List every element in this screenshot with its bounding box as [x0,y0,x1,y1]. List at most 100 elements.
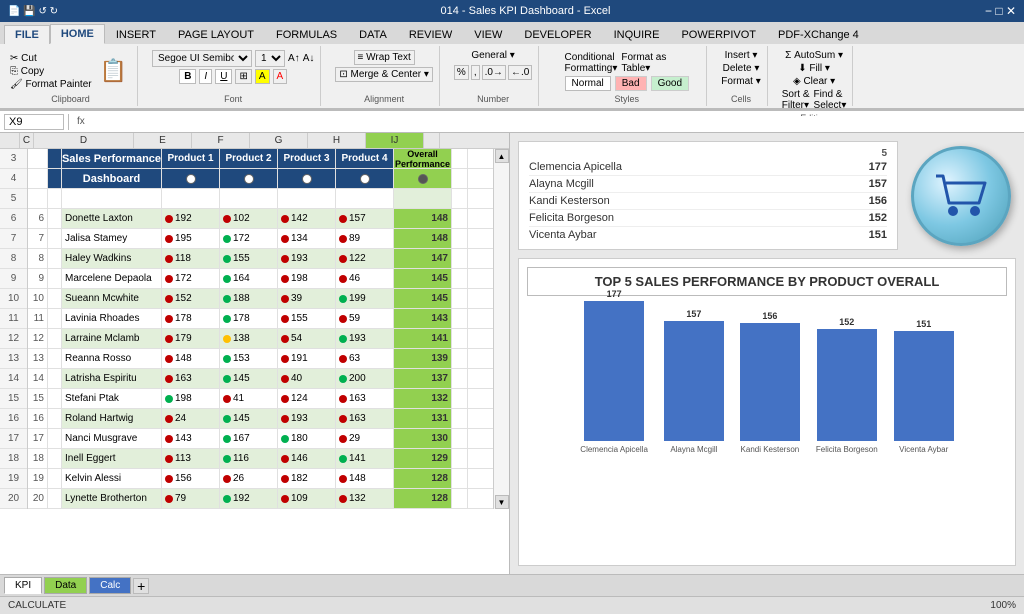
normal-style[interactable]: Normal [565,76,611,91]
alignment-controls: ≡ Wrap Text ⊡ Merge & Center ▾ [335,48,433,94]
alignment-group: ≡ Wrap Text ⊡ Merge & Center ▾ Alignment [329,46,440,106]
chart-area: 177Clemencia Apicella157Alayna Mcgill156… [527,304,1007,454]
sheet-tab-kpi[interactable]: KPI [4,577,42,594]
number-label: Number [477,94,509,104]
insert-button[interactable]: Insert ▾ [725,50,758,61]
cell-name-14: Latrisha Espiritu [62,369,162,388]
border-button[interactable]: ⊞ [235,69,251,84]
decrease-decimal-button[interactable]: ←.0 [508,65,532,80]
underline-button[interactable]: U [215,69,232,84]
rownum-10: 10 [0,289,27,309]
increase-decimal-button[interactable]: .0→ [482,65,506,80]
number-controls: General ▾ % , .0→ ←.0 [454,48,532,94]
cell-ov-19: 128 [394,469,452,488]
bad-style[interactable]: Bad [615,76,647,91]
paste-button[interactable]: 📋 [96,54,131,88]
percent-button[interactable]: % [454,65,469,80]
format-as-table-button[interactable]: Format asTable▾ [621,52,666,74]
autosum-button[interactable]: Σ AutoSum ▾ [785,50,843,61]
name-box[interactable] [4,114,64,130]
tab-formulas[interactable]: FORMULAS [265,25,348,44]
cell-ab-16: 16 [28,409,48,428]
row-17: 17 Nanci Musgrave 143 167 180 29 130 [28,429,493,449]
font-color-button[interactable]: A [273,69,288,84]
cut-button[interactable]: ✂ Cut [10,53,37,64]
scroll-down-button[interactable]: ▼ [495,495,509,509]
tab-data[interactable]: DATA [348,25,398,44]
tab-view[interactable]: VIEW [463,25,513,44]
format-painter-button[interactable]: 🖌 Format Painter [10,79,92,90]
row-11: 11 Lavinia Rhoades 178 178 155 59 143 [28,309,493,329]
cell-e5 [162,189,220,208]
row-numbers: 3 4 5 6 7 8 9 10 11 12 13 14 15 16 17 18… [0,149,28,509]
cell-c-10 [48,289,62,308]
clear-button[interactable]: ◈ Clear ▾ [793,76,835,87]
decrease-font-button[interactable]: A↓ [303,53,315,64]
cell-name-15: Stefani Ptak [62,389,162,408]
row-13: 13 Reanna Rosso 148 153 191 63 139 [28,349,493,369]
cell-name-16: Roland Hartwig [62,409,162,428]
rownum-11: 11 [0,309,27,329]
cell-p3-7: 134 [278,229,336,248]
styles-group: ConditionalFormatting▾ Format asTable▾ N… [547,46,707,106]
styles-label: Styles [615,94,640,104]
conditional-formatting-button[interactable]: ConditionalFormatting▾ [565,52,618,74]
right-top-area: 5Clemencia Apicella177Alayna Mcgill157Ka… [518,141,1016,250]
cell-h3: Product 4 [336,149,394,168]
sheet-tab-data[interactable]: Data [44,577,87,594]
cell-d5 [62,189,162,208]
tab-pdf[interactable]: PDF-XChange 4 [767,25,870,44]
sort-filter-button[interactable]: Sort &Filter▾ [782,89,810,111]
tab-powerpivot[interactable]: POWERPIVOT [670,25,767,44]
col-ab-header [0,133,20,148]
merge-center-button[interactable]: ⊡ Merge & Center ▾ [335,67,433,82]
tab-file[interactable]: FILE [4,25,50,44]
wrap-text-button[interactable]: ≡ Wrap Text [354,50,415,65]
tab-inquire[interactable]: INQUIRE [603,25,671,44]
cell-p4-17: 29 [336,429,394,448]
increase-font-button[interactable]: A↑ [288,53,300,64]
bold-button[interactable]: B [179,69,196,84]
cell-p4-10: 199 [336,289,394,308]
col-h-header: H [308,133,366,148]
cell-p4-20: 132 [336,489,394,508]
cell-p4-7: 89 [336,229,394,248]
cell-c5 [48,189,62,208]
find-select-button[interactable]: Find &Select▾ [814,89,847,111]
cell-name-7: Jalisa Stamey [62,229,162,248]
bar-wrapper-4: 151 [894,331,954,441]
add-sheet-button[interactable]: + [133,578,149,594]
rownum-6: 6 [0,209,27,229]
copy-button[interactable]: ⎘ Copy [10,66,44,77]
cell-p3-13: 191 [278,349,336,368]
cell-c-13 [48,349,62,368]
comma-button[interactable]: , [471,65,480,80]
scroll-up-button[interactable]: ▲ [495,149,509,163]
tab-insert[interactable]: INSERT [105,25,167,44]
delete-button[interactable]: Delete ▾ [723,63,760,74]
cell-sc-10 [452,289,468,308]
status-mode: CALCULATE [8,600,66,611]
tab-developer[interactable]: DEVELOPER [513,25,602,44]
cell-c-18 [48,449,62,468]
fill-color-button[interactable]: A [255,69,270,84]
format-button[interactable]: Format ▾ [721,76,760,87]
formula-input[interactable] [93,116,1020,128]
italic-button[interactable]: I [199,69,212,84]
good-style[interactable]: Good [651,76,689,91]
row-19: 19 Kelvin Alessi 156 26 182 148 128 [28,469,493,489]
cell-p2-9: 164 [220,269,278,288]
sheet-tab-calc[interactable]: Calc [89,577,131,594]
chart-bar-1 [664,321,724,441]
cell-p2-10: 188 [220,289,278,308]
status-bar: CALCULATE 100% [0,596,1024,614]
tab-home[interactable]: HOME [50,24,105,44]
tab-page-layout[interactable]: PAGE LAYOUT [167,25,265,44]
font-size-select[interactable]: 10 [255,50,285,67]
fill-button[interactable]: ⬇ Fill ▾ [798,63,830,74]
rownum-16: 16 [0,409,27,429]
bar-name-label-3: Felicita Borgeson [816,445,878,454]
tab-review[interactable]: REVIEW [398,25,463,44]
font-family-select[interactable]: Segoe UI Semibold [152,50,252,67]
chart-bar-3 [817,329,877,441]
